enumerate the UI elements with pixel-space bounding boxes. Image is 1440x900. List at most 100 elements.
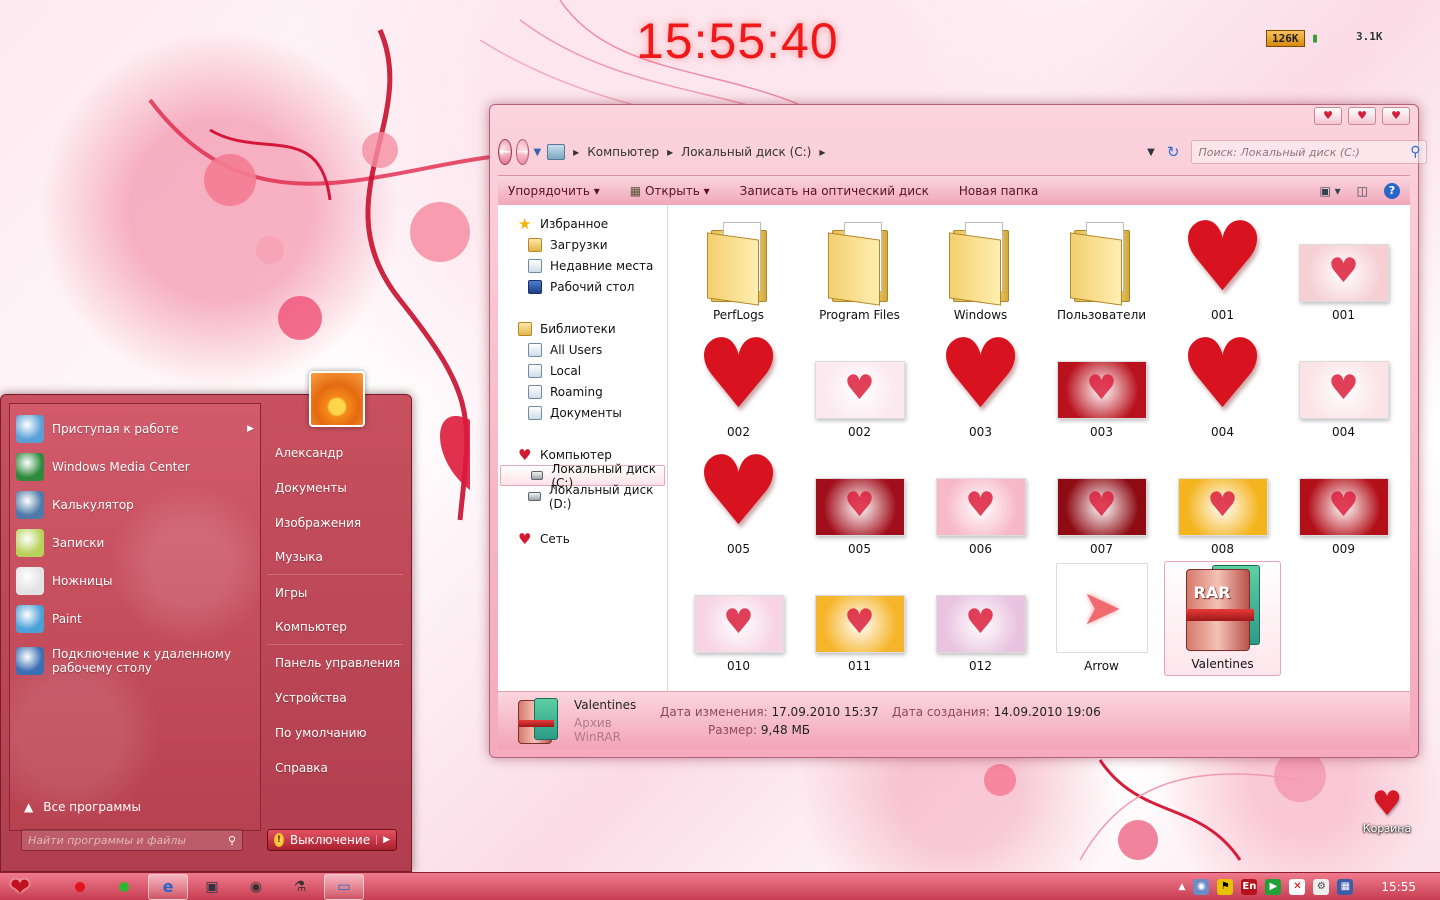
organize-button[interactable]: Упорядочить ▾ xyxy=(508,184,600,198)
start-place-item[interactable]: Устройства xyxy=(267,680,403,715)
forward-button[interactable]: → xyxy=(515,139,530,165)
taskbar-keyboard[interactable]: ⚗ xyxy=(280,874,320,900)
maximize-button[interactable]: ♥ xyxy=(1348,107,1376,125)
minimize-button[interactable]: ♥ xyxy=(1314,107,1342,125)
file-name: 008 xyxy=(1211,542,1234,556)
file-item[interactable]: ♥ 001 xyxy=(1162,209,1283,326)
file-item[interactable]: 003 xyxy=(1041,326,1162,443)
file-item[interactable]: 004 xyxy=(1283,326,1404,443)
refresh-icon[interactable]: ↻ xyxy=(1167,143,1180,161)
start-program-item[interactable]: Windows Media Center xyxy=(10,448,260,486)
taskbar-media[interactable]: ◉ xyxy=(236,874,276,900)
shutdown-options-icon[interactable]: ▶ xyxy=(376,835,390,845)
file-item[interactable]: RAR Valentines xyxy=(1164,561,1281,676)
close-button[interactable]: ♥ xyxy=(1382,107,1410,125)
breadcrumb-computer[interactable]: Компьютер xyxy=(587,145,659,159)
start-search-input[interactable]: Найти программы и файлы ⚲ xyxy=(21,829,243,851)
start-program-item[interactable]: Записки xyxy=(10,524,260,562)
submenu-arrow-icon[interactable]: ▶ xyxy=(247,424,254,434)
taskbar-green-dot[interactable] xyxy=(104,874,144,900)
sidebar-item[interactable]: Локальный диск (D:) xyxy=(498,483,667,511)
file-item[interactable]: 006 xyxy=(920,443,1041,560)
file-item[interactable]: ♥ 004 xyxy=(1162,326,1283,443)
play-icon[interactable]: ▶ xyxy=(1265,878,1282,895)
sidebar-item[interactable]: All Users xyxy=(498,339,667,360)
file-item[interactable]: Windows xyxy=(920,209,1041,326)
taskbar-explorer[interactable]: ▭ xyxy=(324,873,364,900)
start-place-item[interactable]: Панель управления xyxy=(267,645,403,680)
file-item[interactable]: ♥ 002 xyxy=(678,326,799,443)
address-dropdown-icon[interactable]: ▼ xyxy=(1147,147,1155,158)
sidebar-item[interactable]: Local xyxy=(498,360,667,381)
all-programs-button[interactable]: ▲ Все программы xyxy=(24,800,141,814)
start-program-item[interactable]: Калькулятор xyxy=(10,486,260,524)
shutdown-button[interactable]: ! Выключение ▶ xyxy=(267,829,397,851)
file-item[interactable]: 001 xyxy=(1283,209,1404,326)
file-item[interactable]: 012 xyxy=(920,560,1041,677)
heart-image-icon: ♥ xyxy=(695,435,782,547)
file-item[interactable]: Program Files xyxy=(799,209,920,326)
new-folder-button[interactable]: Новая папка xyxy=(959,184,1038,198)
taskbar-internet-explorer[interactable]: e xyxy=(148,873,188,900)
start-place-item[interactable]: Изображения xyxy=(267,505,403,540)
sidebar-item[interactable]: ♥ Сеть xyxy=(498,528,667,549)
network-disabled-icon[interactable]: ✕ xyxy=(1289,878,1306,895)
settings-icon[interactable]: ⚙ xyxy=(1313,878,1330,895)
breadcrumb-drive-c[interactable]: Локальный диск (C:) xyxy=(681,145,811,159)
file-item[interactable]: 010 xyxy=(678,560,799,677)
open-button[interactable]: ▦ Открыть ▾ xyxy=(630,184,710,198)
file-item[interactable]: ♥ 005 xyxy=(678,443,799,560)
preview-pane-icon[interactable]: ◫ xyxy=(1357,184,1368,198)
sidebar-item[interactable]: Рабочий стол xyxy=(498,276,667,297)
search-icon[interactable]: ⚲ xyxy=(1410,144,1420,160)
start-button[interactable]: ❤ xyxy=(0,873,40,900)
start-program-item[interactable]: Paint xyxy=(10,600,260,638)
file-item[interactable]: ➤ Arrow xyxy=(1041,560,1162,677)
start-place-item[interactable]: Александр xyxy=(267,435,403,470)
display-icon[interactable]: ▦ xyxy=(1337,878,1354,895)
flag-icon[interactable]: ⚑ xyxy=(1217,878,1234,895)
search-icon[interactable]: ⚲ xyxy=(228,834,236,847)
file-item[interactable]: 009 xyxy=(1283,443,1404,560)
burn-button[interactable]: Записать на оптический диск xyxy=(740,184,929,198)
start-place-item[interactable]: Документы xyxy=(267,470,403,505)
back-button[interactable]: ← xyxy=(498,139,512,165)
file-item[interactable]: Пользователи xyxy=(1041,209,1162,326)
taskbar-clock[interactable]: 15:55 xyxy=(1381,880,1416,894)
dropdown-icon: ▾ xyxy=(593,183,600,198)
file-item[interactable]: 007 xyxy=(1041,443,1162,560)
sidebar-item[interactable]: Библиотеки xyxy=(498,318,667,339)
sidebar-item[interactable]: ★ Избранное xyxy=(498,213,667,234)
recycle-bin[interactable]: ♥ Корзина xyxy=(1362,786,1412,835)
start-program-item[interactable]: Ножницы xyxy=(10,562,260,600)
show-hidden-icons[interactable]: ▲ xyxy=(1178,882,1185,892)
start-place-item[interactable]: Игры xyxy=(267,575,403,610)
start-place-item[interactable]: Компьютер xyxy=(267,610,403,645)
start-place-item[interactable]: Музыка xyxy=(267,540,403,575)
address-bar[interactable]: ▸ Компьютер ▸ Локальный диск (C:) ▸ xyxy=(547,140,1147,164)
sidebar-item[interactable]: Недавние места xyxy=(498,255,667,276)
start-place-item[interactable]: По умолчанию xyxy=(267,715,403,750)
view-options-icon[interactable]: ▣ ▾ xyxy=(1319,184,1340,198)
sidebar-item[interactable]: Загрузки xyxy=(498,234,667,255)
sidebar-item[interactable]: Документы xyxy=(498,402,667,423)
search-input[interactable]: Поиск: Локальный диск (C:) ⚲ xyxy=(1191,140,1428,164)
start-program-item[interactable]: Подключение к удаленному рабочему столу xyxy=(10,638,260,684)
file-item[interactable]: 005 xyxy=(799,443,920,560)
sidebar-item[interactable]: Roaming xyxy=(498,381,667,402)
start-place-item[interactable]: Справка xyxy=(267,750,403,785)
help-icon[interactable]: ? xyxy=(1384,182,1400,199)
user-avatar[interactable] xyxy=(309,371,365,427)
globe-icon[interactable]: ◉ xyxy=(1193,878,1210,895)
file-item[interactable]: ♥ 003 xyxy=(920,326,1041,443)
file-item[interactable]: 008 xyxy=(1162,443,1283,560)
file-item[interactable]: 002 xyxy=(799,326,920,443)
taskbar-red-dot[interactable] xyxy=(60,874,100,900)
file-item[interactable]: 011 xyxy=(799,560,920,677)
language-indicator[interactable]: En xyxy=(1241,878,1258,895)
taskbar-monitor[interactable]: ▣ xyxy=(192,874,232,900)
breadcrumb-separator-icon[interactable]: ▸ xyxy=(819,145,825,159)
file-item[interactable]: PerfLogs xyxy=(678,209,799,326)
start-program-item[interactable]: Приступая к работе ▶ xyxy=(10,410,260,448)
history-dropdown-icon[interactable]: ▼ xyxy=(533,147,541,158)
